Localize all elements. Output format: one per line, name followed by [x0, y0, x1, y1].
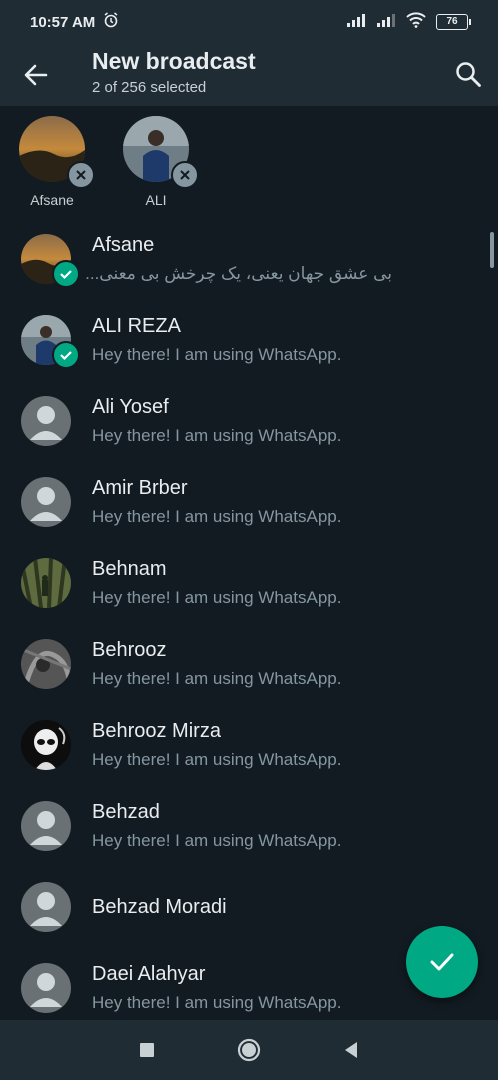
default-avatar-icon	[21, 477, 71, 527]
remove-selection-button[interactable]	[171, 161, 199, 189]
default-avatar-icon	[21, 882, 71, 932]
contact-about: Hey there! I am using WhatsApp.	[92, 345, 342, 364]
contact-name: ALI REZA	[92, 315, 181, 337]
contact-about: Hey there! I am using WhatsApp.	[92, 426, 342, 445]
default-avatar-icon	[21, 396, 71, 446]
square-icon	[140, 1043, 154, 1057]
signal-icon	[346, 13, 366, 31]
scrollbar[interactable]	[490, 232, 494, 268]
contact-row[interactable]: Behzad Hey there! I am using WhatsApp.	[0, 785, 498, 866]
wifi-icon	[406, 12, 426, 32]
remove-selection-button[interactable]	[67, 161, 95, 189]
selected-chip[interactable]: ALI	[121, 116, 199, 208]
app-bar: New broadcast 2 of 256 selected	[0, 44, 498, 106]
status-time: 10:57 AM	[30, 13, 96, 31]
contact-name: Amir Brber	[92, 477, 188, 499]
contact-name: Daei Alahyar	[92, 963, 206, 985]
contact-name: Behnam	[92, 558, 167, 580]
alarm-icon	[103, 12, 119, 32]
selected-chip-label: Afsane	[30, 192, 74, 208]
check-icon	[430, 953, 454, 971]
signal-icon	[376, 13, 396, 31]
arrow-left-icon	[24, 64, 48, 86]
page-title: New broadcast	[92, 48, 256, 74]
contact-name: Behrooz Mirza	[92, 720, 221, 742]
avatar	[21, 558, 71, 608]
close-icon	[76, 170, 86, 180]
selected-check-icon	[52, 341, 80, 369]
contact-name: Afsane	[92, 234, 155, 256]
selected-chip-label: ALI	[145, 192, 167, 208]
avatar	[21, 639, 71, 689]
battery-icon: 76	[436, 14, 471, 30]
selection-count: 2 of 256 selected	[92, 79, 207, 96]
triangle-left-icon	[345, 1042, 357, 1058]
contact-row[interactable]: Ali Yosef Hey there! I am using WhatsApp…	[0, 380, 498, 461]
default-avatar-icon	[21, 801, 71, 851]
home-button[interactable]	[237, 1038, 261, 1062]
contact-about: Hey there! I am using WhatsApp.	[92, 669, 342, 688]
contact-row[interactable]: Behrooz Hey there! I am using WhatsApp.	[0, 623, 498, 704]
avatar	[21, 720, 71, 770]
contact-about: Hey there! I am using WhatsApp.	[92, 507, 342, 526]
selected-contacts: Afsane ALI	[0, 106, 498, 218]
system-nav-bar	[0, 1020, 498, 1080]
status-bar: 10:57 AM 76	[0, 0, 498, 44]
contact-row[interactable]: Behnam Hey there! I am using WhatsApp.	[0, 542, 498, 623]
contact-name: Behzad Moradi	[92, 896, 227, 918]
contact-name: Behzad	[92, 801, 160, 823]
contact-name: Behrooz	[92, 639, 167, 661]
confirm-fab-button[interactable]	[406, 926, 478, 998]
back-button[interactable]	[22, 61, 50, 89]
contact-about: Hey there! I am using WhatsApp.	[92, 750, 342, 769]
contact-row[interactable]: Afsane بی عشق جهان یعنی، یک چرخش بی معنی…	[0, 218, 498, 299]
close-icon	[180, 170, 190, 180]
default-avatar-icon	[21, 963, 71, 1013]
search-icon	[456, 62, 481, 87]
selected-chip[interactable]: Afsane	[17, 116, 95, 208]
circle-icon	[237, 1038, 261, 1062]
recents-button[interactable]	[135, 1038, 159, 1062]
contact-row[interactable]: ALI REZA Hey there! I am using WhatsApp.	[0, 299, 498, 380]
contact-name: Ali Yosef	[92, 396, 169, 418]
contact-about: Hey there! I am using WhatsApp.	[92, 831, 342, 850]
contact-about: بی عشق جهان یعنی، یک چرخش بی معنی...	[85, 264, 392, 283]
contact-row[interactable]: Behrooz Mirza Hey there! I am using What…	[0, 704, 498, 785]
search-button[interactable]	[454, 60, 482, 88]
contact-about: Hey there! I am using WhatsApp.	[92, 588, 342, 607]
contact-row[interactable]: Amir Brber Hey there! I am using WhatsAp…	[0, 461, 498, 542]
contact-about: Hey there! I am using WhatsApp.	[92, 993, 342, 1012]
selected-check-icon	[52, 260, 80, 288]
back-nav-button[interactable]	[339, 1038, 363, 1062]
